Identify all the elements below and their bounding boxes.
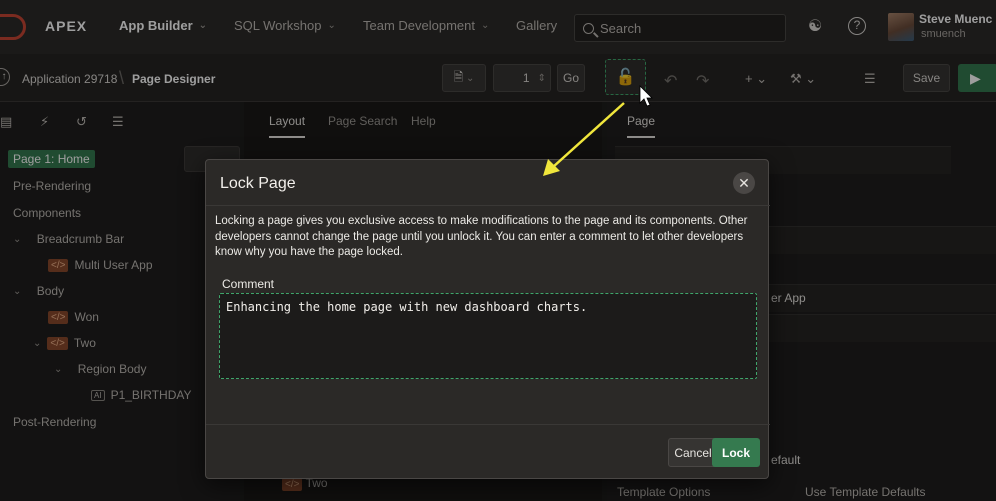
annotation-arrow (552, 102, 625, 168)
annotation-layer (543, 85, 653, 176)
mouse-cursor-icon (639, 85, 653, 107)
